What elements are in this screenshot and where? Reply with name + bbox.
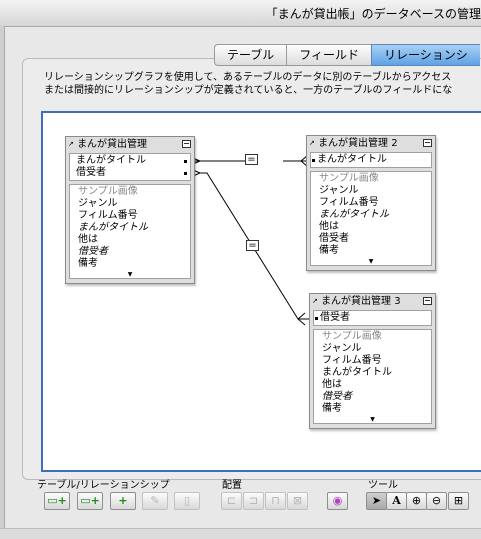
table-occurrence-manga-loans-2[interactable]: ↗ まんが貸出管理 2 まんがタイトル サンプル画像 ジャンル フィルム番号 ま…	[306, 135, 436, 271]
table-occurrence-manga-loans[interactable]: ↗ まんが貸出管理 まんがタイトル 借受者 サンプル画像 ジャンル フィルム番号…	[65, 136, 195, 284]
tab-tables[interactable]: テーブル	[214, 44, 287, 66]
field-list-item: 備考	[322, 403, 342, 414]
match-fields-list: まんがタイトル	[310, 152, 432, 168]
field-list-item: 借受者	[319, 233, 349, 244]
field-list-item: フィルム番号	[78, 210, 138, 221]
field-list-item: 備考	[319, 245, 339, 256]
collapse-toggle-icon[interactable]	[182, 140, 191, 148]
field-list-item: ジャンル	[78, 198, 118, 209]
field-list-item: 借受者	[322, 391, 352, 402]
field-list-item: 他は	[322, 379, 342, 390]
field-list-item: フィルム番号	[319, 197, 379, 208]
key-dot-icon	[312, 159, 315, 162]
match-field[interactable]: 借受者	[70, 167, 190, 179]
pin-arrow-icon: ↗	[309, 139, 315, 147]
field-list-item: ジャンル	[322, 343, 362, 354]
resize-icon[interactable]: ⊠	[287, 492, 308, 510]
key-dot-icon	[184, 160, 187, 163]
zoom-in-icon[interactable]: ⊕	[406, 492, 427, 510]
match-field[interactable]: まんがタイトル	[70, 155, 190, 167]
field-list-item: 備考	[78, 258, 98, 269]
field-list-item: サンプル画像	[322, 331, 382, 342]
tab-bar: テーブル フィールド リレーションシ	[214, 44, 480, 66]
window-title: 「まんが貸出帳」のデータベースの管理	[265, 7, 481, 21]
tab-fields[interactable]: フィールド	[286, 44, 372, 66]
field-list-item: まんがタイトル	[322, 367, 392, 378]
collapse-toggle-icon[interactable]	[423, 139, 432, 147]
match-fields-list: 借受者	[313, 310, 432, 326]
field-list: サンプル画像 ジャンル フィルム番号 まんがタイトル 他は 借受者 備考 ▼	[310, 171, 432, 266]
field-list-item: 借受者	[78, 246, 108, 257]
relationship-operator-1[interactable]: =	[245, 154, 258, 165]
align-center-icon[interactable]: ⊐	[243, 492, 264, 510]
table-occurrence-manga-loans-3[interactable]: ↗ まんが貸出管理 3 借受者 サンプル画像 ジャンル フィルム番号 まんがタイ…	[309, 293, 436, 429]
match-field[interactable]: まんがタイトル	[311, 154, 431, 166]
add-table-icon[interactable]: ▭+	[44, 492, 70, 510]
relationship-graph-canvas[interactable]: = = ↗ まんが貸出管理 まんがタイトル 借受者 サンプル画像 ジャンル フィ…	[41, 111, 481, 472]
tables-relationships-label: テーブル/リレーションシップ	[37, 480, 170, 491]
duplicate-table-icon[interactable]: ▭+	[77, 492, 103, 510]
page-view-icon[interactable]: ⊞	[448, 492, 469, 510]
table-occurrence-name: まんが貸出管理	[77, 139, 148, 150]
text-tool-icon[interactable]: A	[386, 492, 407, 510]
scroll-down-arrow-icon[interactable]: ▼	[128, 271, 133, 278]
field-list-item: まんがタイトル	[78, 222, 148, 233]
edit-pencil-icon[interactable]: ✎	[142, 492, 168, 510]
window-titlebar: 「まんが貸出帳」のデータベースの管理	[0, 0, 481, 27]
scroll-down-arrow-icon[interactable]: ▼	[369, 258, 374, 265]
pin-arrow-icon: ↗	[312, 297, 318, 305]
pointer-arrow-icon[interactable]: ➤	[366, 492, 387, 510]
field-list-item: 他は	[78, 234, 98, 245]
arrange-label: 配置	[222, 480, 242, 491]
field-list-item: 他は	[319, 221, 339, 232]
description-line-1: リレーションシップグラフを使用して、あるテーブルのデータに別のテーブルからアクセ…	[44, 72, 452, 83]
field-list-item: ジャンル	[319, 185, 359, 196]
distribute-horizontal-icon[interactable]: ⊓	[265, 492, 286, 510]
match-field[interactable]: 借受者	[314, 312, 431, 324]
bottom-edge	[0, 528, 481, 539]
field-list-item: サンプル画像	[319, 173, 379, 184]
zoom-out-icon[interactable]: ⊖	[426, 492, 447, 510]
table-occurrence-name: まんが貸出管理 3	[321, 296, 401, 307]
key-dot-icon	[315, 317, 318, 320]
field-list: サンプル画像 ジャンル フィルム番号 まんがタイトル 他は 借受者 備考 ▼	[69, 184, 191, 279]
pin-arrow-icon: ↗	[68, 140, 74, 148]
table-occurrence-header[interactable]: ↗ まんが貸出管理 2	[307, 136, 435, 150]
scroll-down-arrow-icon[interactable]: ▼	[370, 416, 375, 423]
field-list-item: サンプル画像	[78, 186, 138, 197]
field-list-item: まんがタイトル	[319, 209, 389, 220]
relationship-operator-2[interactable]: =	[246, 240, 259, 251]
align-left-icon[interactable]: ⊏	[221, 492, 242, 510]
table-occurrence-name: まんが貸出管理 2	[318, 138, 398, 149]
collapse-toggle-icon[interactable]	[423, 297, 432, 305]
table-occurrence-header[interactable]: ↗ まんが貸出管理	[66, 137, 194, 151]
add-relationship-icon[interactable]: +	[110, 492, 136, 510]
delete-trash-icon[interactable]: ▯	[174, 492, 200, 510]
key-dot-icon	[184, 172, 187, 175]
field-list: サンプル画像 ジャンル フィルム番号 まんがタイトル 他は 借受者 備考 ▼	[313, 329, 432, 424]
tab-relationships[interactable]: リレーションシ	[371, 44, 480, 66]
tools-label: ツール	[368, 480, 398, 491]
table-occurrence-header[interactable]: ↗ まんが貸出管理 3	[310, 294, 435, 308]
description-line-2: または間接的にリレーションシップが定義されていると、一方のテーブルのフィールドに…	[44, 85, 453, 96]
field-list-item: フィルム番号	[322, 355, 382, 366]
description-text: リレーションシップグラフを使用して、あるテーブルのデータに別のテーブルからアクセ…	[44, 71, 481, 97]
left-window-edge	[0, 26, 5, 538]
color-picker-icon[interactable]: ◉	[327, 492, 348, 510]
match-fields-list: まんがタイトル 借受者	[69, 153, 191, 181]
